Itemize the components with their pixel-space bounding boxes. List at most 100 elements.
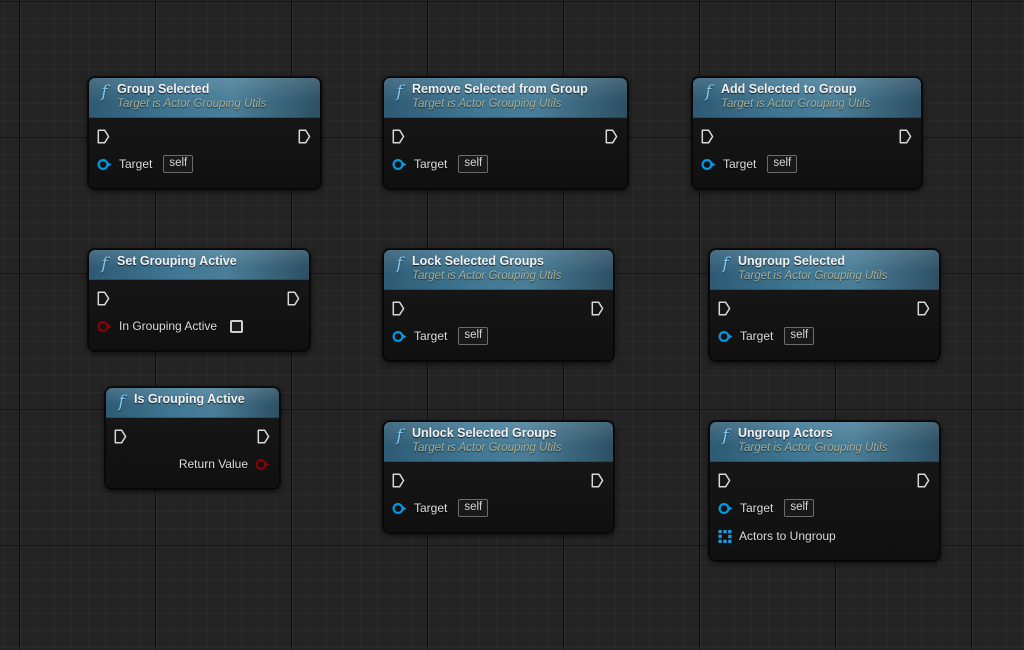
node-ungroup-selected[interactable]: f Ungroup Selected Target is Actor Groupin…: [709, 249, 940, 361]
pin-row-left: [701, 128, 714, 144]
pin-row-left: Actors to Ungroup: [718, 529, 836, 543]
pin-row: Target self: [384, 150, 627, 178]
node-body: Return Value: [106, 418, 279, 488]
pin-label: Target: [414, 329, 448, 343]
pin-label: Target: [740, 501, 774, 515]
object-pin-icon[interactable]: [718, 330, 733, 343]
bool-pin-icon[interactable]: [97, 320, 112, 333]
node-body: Target self: [693, 118, 921, 188]
node-is-grouping-active[interactable]: f Is Grouping Active Return Value: [105, 387, 280, 489]
pin-value-self[interactable]: self: [458, 499, 489, 517]
pin-row: Target self: [710, 494, 939, 522]
node-header[interactable]: f Is Grouping Active: [106, 388, 279, 418]
exec-out-pin-icon[interactable]: [899, 128, 912, 144]
node-unlock-selected-groups[interactable]: f Unlock Selected Groups Target is Actor G…: [383, 421, 614, 533]
object-pin-icon[interactable]: [701, 158, 716, 171]
pin-value-self[interactable]: self: [458, 155, 489, 173]
pin-row: Return Value: [106, 450, 279, 478]
exec-in-pin-icon[interactable]: [392, 472, 405, 488]
pin-row-right: [917, 300, 930, 316]
pin-value-self[interactable]: self: [458, 327, 489, 345]
pin-row: [710, 294, 939, 322]
pin-value-self[interactable]: self: [784, 499, 815, 517]
function-icon: f: [396, 82, 403, 102]
pin-row-right: [591, 472, 604, 488]
pin-row-left: Target self: [718, 499, 815, 517]
pin-value-self[interactable]: self: [767, 155, 798, 173]
node-header[interactable]: f Add Selected to Group Target is Actor Gr…: [693, 78, 921, 118]
node-body: Target self: [384, 290, 613, 360]
object-pin-icon[interactable]: [392, 330, 407, 343]
exec-out-pin-icon[interactable]: [917, 472, 930, 488]
node-set-grouping-active[interactable]: f Set Grouping Active In Grouping Active: [88, 249, 310, 351]
exec-in-pin-icon[interactable]: [97, 290, 110, 306]
exec-out-pin-icon[interactable]: [591, 472, 604, 488]
pin-row-right: [287, 290, 300, 306]
node-group-selected[interactable]: f Group Selected Target is Actor Grouping …: [88, 77, 321, 189]
pin-value-self[interactable]: self: [784, 327, 815, 345]
pin-label: Target: [414, 501, 448, 515]
node-body: Target self: [89, 118, 320, 188]
pin-row-right: [899, 128, 912, 144]
exec-in-pin-icon[interactable]: [392, 128, 405, 144]
exec-out-pin-icon[interactable]: [605, 128, 618, 144]
array-pin-icon[interactable]: [718, 529, 732, 543]
function-icon: f: [101, 254, 108, 274]
pin-label: Target: [414, 157, 448, 171]
exec-in-pin-icon[interactable]: [718, 472, 731, 488]
pin-row-left: [718, 300, 731, 316]
exec-out-pin-icon[interactable]: [591, 300, 604, 316]
node-ungroup-actors[interactable]: f Ungroup Actors Target is Actor Grouping …: [709, 421, 940, 561]
object-pin-icon[interactable]: [392, 502, 407, 515]
node-subtitle: Target is Actor Grouping Utils: [117, 98, 267, 110]
object-pin-icon[interactable]: [97, 158, 112, 171]
node-remove-selected-from-group[interactable]: f Remove Selected from Group Target is Act…: [383, 77, 628, 189]
pin-row-left: [392, 128, 405, 144]
pin-value-checkbox[interactable]: [230, 319, 244, 333]
node-header[interactable]: f Set Grouping Active: [89, 250, 309, 280]
exec-out-pin-icon[interactable]: [917, 300, 930, 316]
node-body: Target self: [384, 462, 613, 532]
exec-out-pin-icon[interactable]: [257, 428, 270, 444]
exec-in-pin-icon[interactable]: [114, 428, 127, 444]
node-lock-selected-groups[interactable]: f Lock Selected Groups Target is Actor Gro…: [383, 249, 614, 361]
node-header[interactable]: f Ungroup Actors Target is Actor Grouping …: [710, 422, 939, 462]
object-pin-icon[interactable]: [718, 502, 733, 515]
pin-row-left: [392, 300, 405, 316]
exec-in-pin-icon[interactable]: [718, 300, 731, 316]
node-header[interactable]: f Group Selected Target is Actor Grouping …: [89, 78, 320, 118]
bool-pin-icon[interactable]: [255, 458, 270, 471]
pin-row: [710, 466, 939, 494]
node-body: Target self: [710, 290, 939, 360]
pin-row: [89, 122, 320, 150]
exec-out-pin-icon[interactable]: [287, 290, 300, 306]
blueprint-graph-canvas[interactable]: f Group Selected Target is Actor Grouping …: [0, 0, 1024, 650]
exec-in-pin-icon[interactable]: [392, 300, 405, 316]
node-header[interactable]: f Lock Selected Groups Target is Actor Gro…: [384, 250, 613, 290]
node-title: Ungroup Selected: [738, 254, 845, 268]
node-header[interactable]: f Unlock Selected Groups Target is Actor G…: [384, 422, 613, 462]
function-icon: f: [101, 82, 108, 102]
function-icon: f: [722, 426, 729, 446]
pin-label: Target: [723, 157, 757, 171]
exec-in-pin-icon[interactable]: [701, 128, 714, 144]
function-icon: f: [118, 392, 125, 412]
pin-row-right: Return Value: [179, 457, 270, 471]
pin-row: [384, 466, 613, 494]
object-pin-icon[interactable]: [392, 158, 407, 171]
pin-row-left: [97, 128, 110, 144]
node-header[interactable]: f Ungroup Selected Target is Actor Groupin…: [710, 250, 939, 290]
pin-row-right: [298, 128, 311, 144]
pin-row: Actors to Ungroup: [710, 522, 939, 550]
exec-out-pin-icon[interactable]: [298, 128, 311, 144]
node-body: Target self Actors to Ungroup: [710, 462, 939, 560]
node-subtitle: Target is Actor Grouping Utils: [721, 98, 871, 110]
node-header[interactable]: f Remove Selected from Group Target is Act…: [384, 78, 627, 118]
node-add-selected-to-group[interactable]: f Add Selected to Group Target is Actor Gr…: [692, 77, 922, 189]
pin-row-left: Target self: [392, 327, 489, 345]
pin-value-self[interactable]: self: [163, 155, 194, 173]
node-title: Group Selected: [117, 82, 210, 96]
exec-in-pin-icon[interactable]: [97, 128, 110, 144]
pin-label: Target: [119, 157, 153, 171]
pin-row: [384, 294, 613, 322]
